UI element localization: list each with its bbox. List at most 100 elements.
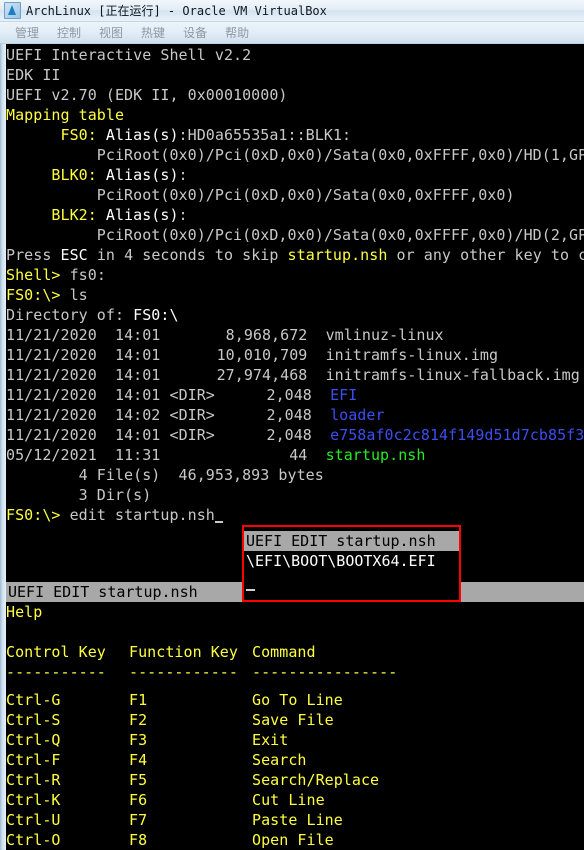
listing-gap [97, 446, 115, 464]
listing-time: 14:01 [114, 366, 161, 384]
blk0-alias-kw: Alias(s) [96, 166, 179, 184]
listing-date: 11/21/2020 [6, 326, 97, 344]
console-line-directory-of: Directory of: FS0:\ [6, 305, 179, 325]
help-row: Ctrl-S F2 Save File [6, 710, 334, 730]
help-header-function: Function Key [129, 643, 238, 661]
console-line-banner-1: UEFI Interactive Shell v2.2 [6, 46, 252, 64]
listing-gap2 [307, 366, 325, 384]
help-rule-command: ---------------- [252, 663, 398, 681]
guest-screen[interactable]: UEFI Interactive Shell v2.2 EDK II UEFI … [0, 44, 584, 850]
press-esc-suffix: or any other key to continue. [396, 246, 584, 264]
menu-item-hotkeys[interactable]: 热键 [132, 23, 174, 42]
menu-item-manage[interactable]: 管理 [6, 23, 48, 42]
listing-date: 11/21/2020 [6, 366, 97, 384]
help-function-key: F1 [129, 691, 148, 709]
window-titlebar: ArchLinux [正在运行] - Oracle VM VirtualBox [0, 0, 584, 22]
listing-gap [97, 386, 115, 404]
menu-item-devices[interactable]: 设备 [174, 23, 216, 42]
help-command: Cut Line [252, 791, 325, 809]
listing-gap2 [307, 346, 325, 364]
help-control-key: Ctrl-Q [6, 731, 61, 749]
listing-name[interactable]: startup.nsh [326, 446, 426, 464]
help-header-command: Command [252, 643, 316, 661]
listing-row: 11/21/2020 14:01 <DIR> 2,048 EFI [6, 385, 357, 405]
listing-row: 05/12/2021 11:31 44 startup.nsh [6, 445, 425, 465]
editor-help-label: Help [6, 603, 43, 621]
fs0-alias-val: :HD0a65535a1::BLK1: [178, 126, 352, 144]
help-control-key: Ctrl-R [6, 771, 61, 789]
press-esc-middle: in 4 seconds to skip [87, 246, 288, 264]
help-control-key: Ctrl-S [6, 711, 61, 729]
fs0-prompt-ls: FS0:\> [6, 286, 61, 304]
help-control-key: Ctrl-O [6, 831, 61, 849]
listing-time: 14:01 [114, 386, 161, 404]
menu-item-control[interactable]: 控制 [48, 23, 90, 42]
shell-command: fs0: [60, 266, 106, 284]
editor-status-title: UEFI EDIT startup.nsh [8, 583, 198, 601]
uefi-edit-dialog-title-bar: UEFI EDIT startup.nsh [244, 531, 459, 551]
help-control-key: Ctrl-F [6, 751, 61, 769]
listing-gap2 [312, 426, 330, 444]
menu-item-help[interactable]: 帮助 [216, 23, 258, 42]
listing-summary-dirs: 3 Dir(s) [6, 486, 152, 504]
listing-name[interactable]: e758af0c2c814f149d51d7cb85f3a8db [330, 426, 584, 444]
listing-name: vmlinuz-linux [325, 326, 444, 344]
help-command: Open File [252, 831, 334, 849]
uefi-edit-cursor [246, 589, 255, 591]
listing-size: 10,010,709 [216, 346, 308, 364]
listing-time: 14:01 [114, 426, 161, 444]
console-line-blk2-path: PciRoot(0x0)/Pci(0xD,0x0)/Sata(0x0,0xFFF… [96, 226, 584, 244]
help-header-control: Control Key [6, 643, 106, 661]
help-row: Ctrl-R F5 Search/Replace [6, 770, 379, 790]
listing-row: 11/21/2020 14:02 <DIR> 2,048 loader [6, 405, 385, 425]
listing-time: 14:01 [114, 326, 161, 344]
uefi-edit-dialog-content[interactable]: \EFI\BOOT\BOOTX64.EFI [246, 551, 436, 571]
help-rule-row: ----------- ------------ ---------------- [6, 662, 397, 682]
listing-name[interactable]: EFI [330, 386, 357, 404]
press-esc-script: startup.nsh [287, 246, 388, 264]
listing-name[interactable]: loader [330, 406, 385, 424]
console-line-prompt-ls: FS0:\> ls [6, 285, 88, 305]
listing-attr: <DIR> [169, 386, 215, 404]
console-line-banner-3: UEFI v2.70 (EDK II, 0x00010000) [6, 86, 288, 104]
blk2-alias-kw: Alias(s) [96, 206, 179, 224]
help-function-key: F4 [129, 751, 148, 769]
help-control-key: Ctrl-G [6, 691, 61, 709]
listing-date: 11/21/2020 [6, 426, 97, 444]
console-line-mapping-table: Mapping table [6, 106, 125, 124]
help-control-key: Ctrl-K [6, 791, 61, 809]
listing-date: 05/12/2021 [6, 446, 97, 464]
uefi-shell-console[interactable]: UEFI Interactive Shell v2.2 EDK II UEFI … [6, 44, 584, 850]
listing-name: initramfs-linux-fallback.img [325, 366, 580, 384]
listing-gap2 [307, 326, 325, 344]
virtualbox-window: ArchLinux [正在运行] - Oracle VM VirtualBox … [0, 0, 584, 850]
directory-of-label: Directory of: [6, 306, 134, 324]
help-function-key: F2 [129, 711, 148, 729]
uefi-edit-dialog-title: UEFI EDIT startup.nsh [246, 532, 436, 550]
listing-gap [97, 366, 115, 384]
help-function-key: F5 [129, 771, 148, 789]
window-title: ArchLinux [正在运行] - Oracle VM VirtualBox [26, 4, 327, 18]
listing-gap [97, 326, 115, 344]
listing-gap [97, 346, 115, 364]
console-line-press-esc: Press ESC in 4 seconds to skip startup.n… [6, 245, 584, 265]
listing-time: 11:31 [114, 446, 161, 464]
listing-name: initramfs-linux.img [325, 346, 499, 364]
listing-size: 2,048 [266, 406, 312, 424]
fs0-label: FS0: [6, 126, 97, 144]
console-line-prompt-shell: Shell> fs0: [6, 265, 106, 285]
menu-item-view[interactable]: 视图 [90, 23, 132, 42]
blk2-label: BLK2: [6, 206, 97, 224]
help-command: Save File [252, 711, 334, 729]
help-row: Ctrl-K F6 Cut Line [6, 790, 325, 810]
console-line-banner-2: EDK II [6, 66, 61, 84]
menubar[interactable]: 管理 控制 视图 热键 设备 帮助 [0, 22, 584, 44]
fs0-alias-kw: Alias(s) [96, 126, 179, 144]
fs0-prompt-edit: FS0:\> [6, 506, 61, 524]
help-row: Ctrl-Q F3 Exit [6, 730, 288, 750]
help-function-key: F7 [129, 811, 148, 829]
uefi-edit-dialog[interactable]: UEFI EDIT startup.nsh \EFI\BOOT\BOOTX64.… [242, 525, 461, 602]
listing-size: 44 [289, 446, 308, 464]
archlinux-icon [4, 2, 21, 19]
listing-gap2 [312, 406, 330, 424]
